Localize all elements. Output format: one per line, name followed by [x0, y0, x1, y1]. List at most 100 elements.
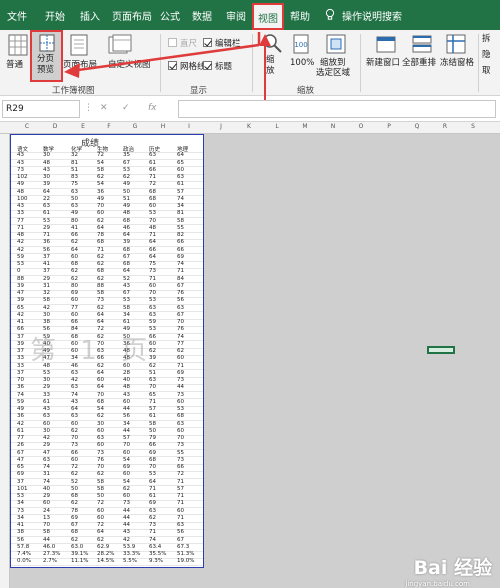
table-cell[interactable]: 30	[43, 312, 50, 318]
table-cell[interactable]: 54	[97, 406, 104, 412]
table-cell[interactable]: 44	[177, 384, 184, 390]
table-cell[interactable]: 70	[177, 435, 184, 441]
split-button[interactable]: 拆	[482, 34, 491, 44]
table-cell[interactable]: 62	[97, 218, 104, 224]
table-cell[interactable]: 71	[149, 399, 156, 405]
table-cell[interactable]: 78	[71, 508, 78, 514]
table-cell[interactable]: 76	[177, 326, 184, 332]
table-cell[interactable]: 77	[17, 435, 24, 441]
table-cell[interactable]: 68	[149, 196, 156, 202]
table-cell[interactable]: 42	[17, 312, 24, 318]
table-cell[interactable]: 49	[123, 181, 130, 187]
table-cell[interactable]: 43	[17, 152, 24, 158]
table-cell[interactable]: 64	[123, 232, 130, 238]
table-cell[interactable]: 29	[43, 225, 50, 231]
table-cell[interactable]: 62	[97, 174, 104, 180]
table-cell[interactable]: 73	[177, 377, 184, 383]
table-cell[interactable]: 71	[97, 247, 104, 253]
table-cell[interactable]: 50	[71, 486, 78, 492]
table-cell[interactable]: 43	[43, 167, 50, 173]
table-cell[interactable]: 62	[71, 471, 78, 477]
summary-cell[interactable]: 14.5%	[97, 558, 114, 564]
table-cell[interactable]: 62	[71, 239, 78, 245]
column-header[interactable]: H	[158, 123, 168, 130]
zoom-button[interactable]: 缩	[266, 55, 275, 65]
name-box-dropdown-icon[interactable]: ⋮	[84, 103, 93, 113]
table-cell[interactable]: 31	[43, 471, 50, 477]
table-cell[interactable]: 34	[177, 203, 184, 209]
table-cell[interactable]: 73	[97, 297, 104, 303]
table-cell[interactable]: 58	[149, 421, 156, 427]
table-cell[interactable]: 29	[43, 442, 50, 448]
table-cell[interactable]: 56	[43, 247, 50, 253]
table-cell[interactable]: 58	[97, 167, 104, 173]
table-cell[interactable]: 63	[43, 457, 50, 463]
table-cell[interactable]: 50	[71, 196, 78, 202]
table-cell[interactable]: 62	[97, 261, 104, 267]
table-cell[interactable]: 102	[17, 174, 28, 180]
table-cell[interactable]: 57	[123, 435, 130, 441]
table-cell[interactable]: 37	[43, 268, 50, 274]
table-cell[interactable]: 59	[17, 399, 24, 405]
table-cell[interactable]: 77	[17, 218, 24, 224]
headings-checkbox[interactable]	[203, 61, 212, 70]
table-cell[interactable]: 101	[17, 486, 28, 492]
table-cell[interactable]: 73	[123, 500, 130, 506]
table-cell[interactable]: 69	[149, 500, 156, 506]
table-cell[interactable]: 29	[43, 493, 50, 499]
table-cell[interactable]: 54	[123, 457, 130, 463]
summary-cell[interactable]: 11.1%	[71, 558, 88, 564]
table-cell[interactable]: 37	[17, 348, 24, 354]
table-cell[interactable]: 54	[123, 479, 130, 485]
table-cell[interactable]: 62	[97, 471, 104, 477]
table-cell[interactable]: 73	[17, 508, 24, 514]
arrange-all-icon[interactable]	[412, 34, 432, 54]
summary-cell[interactable]: 2.7%	[43, 558, 57, 564]
table-cell[interactable]: 63	[43, 203, 50, 209]
table-cell[interactable]: 76	[97, 457, 104, 463]
table-cell[interactable]: 68	[71, 261, 78, 267]
table-cell[interactable]: 74	[177, 196, 184, 202]
table-cell[interactable]: 70	[97, 392, 104, 398]
table-cell[interactable]: 71	[149, 486, 156, 492]
table-cell[interactable]: 34	[123, 421, 130, 427]
table-cell[interactable]: 37	[43, 254, 50, 260]
table-cell[interactable]: 64	[177, 152, 184, 158]
table-cell[interactable]: 48	[43, 160, 50, 166]
table-cell[interactable]: 61	[149, 493, 156, 499]
table-cell[interactable]: 72	[97, 500, 104, 506]
table-cell[interactable]: 74	[43, 479, 50, 485]
tab-view[interactable]: 视图	[252, 3, 284, 30]
table-cell[interactable]: 66	[177, 247, 184, 253]
table-cell[interactable]: 44	[123, 508, 130, 514]
summary-cell[interactable]: 27.3%	[43, 551, 60, 557]
column-header[interactable]: J	[216, 123, 226, 130]
table-cell[interactable]: 67	[123, 254, 130, 260]
table-cell[interactable]: 64	[149, 239, 156, 245]
table-cell[interactable]: 52	[71, 479, 78, 485]
table-cell[interactable]: 51	[71, 167, 78, 173]
table-cell[interactable]: 68	[97, 239, 104, 245]
table-cell[interactable]: 63	[43, 413, 50, 419]
table-cell[interactable]: 69	[177, 254, 184, 260]
table-cell[interactable]: 63	[71, 189, 78, 195]
table-cell[interactable]: 60	[43, 421, 50, 427]
table-cell[interactable]: 73	[17, 167, 24, 173]
table-cell[interactable]: 72	[97, 152, 104, 158]
table-cell[interactable]: 43	[71, 399, 78, 405]
table-cell[interactable]: 65	[149, 392, 156, 398]
table-cell[interactable]: 61	[177, 181, 184, 187]
column-header[interactable]: I	[184, 123, 194, 130]
table-cell[interactable]: 62	[123, 486, 130, 492]
table-cell[interactable]: 66	[71, 450, 78, 456]
table-cell[interactable]: 54	[97, 181, 104, 187]
summary-cell[interactable]: 62.9	[97, 544, 109, 550]
hide-button[interactable]: 隐	[482, 50, 491, 60]
table-cell[interactable]: 63	[71, 370, 78, 376]
table-cell[interactable]: 67	[123, 290, 130, 296]
table-cell[interactable]: 71	[177, 493, 184, 499]
arrange-all-button[interactable]: 全部重排	[402, 58, 436, 68]
table-cell[interactable]: 44	[123, 428, 130, 434]
table-cell[interactable]: 66	[177, 239, 184, 245]
table-cell[interactable]: 30	[43, 174, 50, 180]
